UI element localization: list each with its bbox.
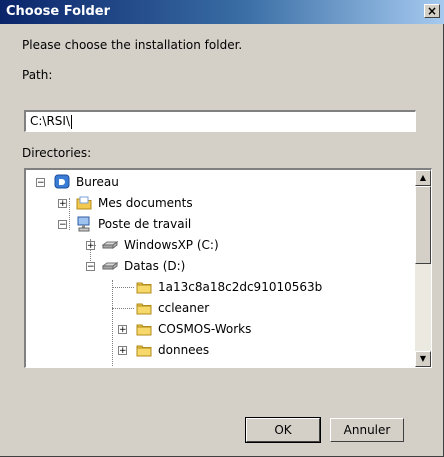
folder-icon bbox=[136, 324, 152, 336]
text-caret bbox=[71, 114, 73, 129]
expand-toggle[interactable]: + bbox=[86, 241, 95, 251]
tree-item-datas-d[interactable]: − Datas (D:) bbox=[26, 256, 406, 276]
folder-icon bbox=[136, 282, 152, 294]
folder-icon bbox=[136, 303, 152, 315]
ok-button[interactable]: OK bbox=[245, 417, 321, 443]
folder-icon bbox=[76, 196, 92, 210]
tree-item-label: ccleaner bbox=[158, 301, 210, 315]
tree-item-label: Mes documents bbox=[98, 196, 193, 210]
tree-item-label: 1a13c8a18c2dc91010563b bbox=[158, 280, 323, 294]
tree-item-label: WindowsXP (C:) bbox=[124, 238, 219, 252]
tree-item-mes-documents[interactable]: + Mes documents bbox=[26, 193, 406, 213]
scroll-up-button[interactable]: ▲ bbox=[415, 170, 431, 186]
computer-icon bbox=[77, 216, 90, 232]
folder-icon bbox=[136, 345, 152, 357]
window-title: Choose Folder bbox=[6, 4, 111, 19]
scroll-down-button[interactable]: ▼ bbox=[415, 351, 431, 367]
collapse-toggle[interactable]: − bbox=[58, 220, 67, 230]
instruction-text: Please choose the installation folder. bbox=[22, 38, 243, 52]
tree-item-label: Poste de travail bbox=[98, 217, 192, 231]
desktop-icon bbox=[54, 174, 70, 189]
path-label: Path: bbox=[22, 68, 53, 82]
path-input[interactable]: C:\RSI\ bbox=[24, 110, 416, 132]
directories-label: Directories: bbox=[22, 146, 92, 160]
tree-connector bbox=[112, 287, 134, 288]
tree-item-label: COSMOS-Works bbox=[158, 322, 252, 336]
tree-item-folder-1a13c8a18c2dc91010563b[interactable]: 1a13c8a18c2dc91010563b bbox=[26, 277, 406, 297]
collapse-toggle[interactable]: − bbox=[36, 178, 45, 188]
collapse-toggle[interactable]: − bbox=[86, 262, 95, 272]
tree-item-label: donnees bbox=[158, 343, 210, 357]
tree-item-ccleaner[interactable]: ccleaner bbox=[26, 298, 406, 318]
drive-icon bbox=[102, 262, 118, 270]
expand-toggle[interactable]: + bbox=[118, 325, 127, 335]
expand-toggle[interactable]: + bbox=[118, 346, 127, 356]
path-input-value: C:\RSI\ bbox=[30, 114, 71, 128]
tree-item-donnees[interactable]: + donnees bbox=[26, 340, 406, 360]
tree-item-windowsxp-c[interactable]: + WindowsXP (C:) bbox=[26, 235, 406, 255]
tree-connector bbox=[112, 308, 134, 309]
tree-item-bureau[interactable]: − Bureau bbox=[26, 172, 406, 192]
tree-item-label: Datas (D:) bbox=[124, 259, 186, 273]
expand-toggle[interactable]: + bbox=[58, 199, 67, 209]
tree-item-cosmos-works[interactable]: + COSMOS-Works bbox=[26, 319, 406, 339]
cancel-button[interactable]: Annuler bbox=[330, 418, 404, 442]
directory-tree[interactable]: − Bureau + Mes documents − Poste de trav… bbox=[24, 168, 432, 368]
scroll-thumb[interactable] bbox=[415, 186, 431, 264]
title-bar[interactable]: Choose Folder × bbox=[0, 0, 444, 24]
vertical-scrollbar[interactable]: ▲ ▼ bbox=[415, 170, 431, 367]
drive-icon bbox=[102, 241, 118, 249]
choose-folder-dialog: Choose Folder × Please choose the instal… bbox=[0, 0, 444, 457]
tree-item-poste-de-travail[interactable]: − Poste de travail bbox=[26, 214, 406, 234]
close-button[interactable]: × bbox=[424, 4, 440, 18]
tree-item-label: Bureau bbox=[76, 175, 119, 189]
